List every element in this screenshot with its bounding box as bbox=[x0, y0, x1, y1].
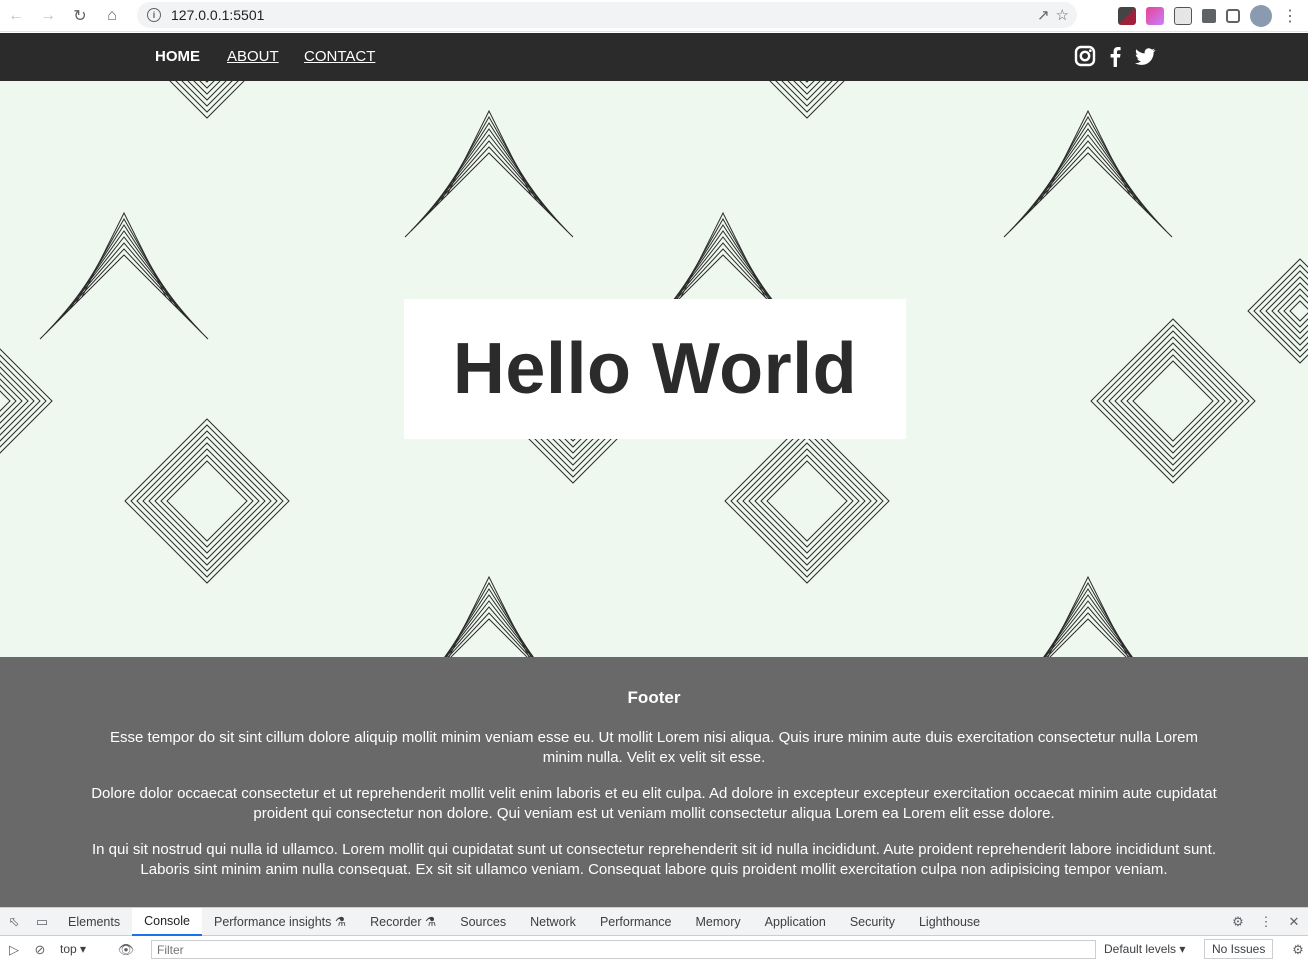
tab-elements[interactable]: Elements bbox=[56, 908, 132, 936]
address-bar[interactable]: i 127.0.0.1:5501 ↗ ☆ bbox=[137, 2, 1077, 28]
profile-avatar[interactable] bbox=[1250, 5, 1272, 27]
live-expression-eye-icon[interactable]: 👁 bbox=[112, 936, 140, 963]
tab-console[interactable]: Console bbox=[132, 907, 202, 936]
hero-title-box: Hello World bbox=[404, 299, 906, 439]
bookmark-star-icon[interactable]: ☆ bbox=[1056, 6, 1069, 24]
nav-link-about[interactable]: ABOUT bbox=[227, 48, 279, 65]
tab-security[interactable]: Security bbox=[838, 908, 907, 936]
site-info-icon[interactable]: i bbox=[147, 8, 161, 22]
twitter-icon[interactable] bbox=[1134, 45, 1156, 67]
menu-kebab-icon[interactable]: ⋮ bbox=[1282, 6, 1298, 26]
context-label: top bbox=[60, 942, 77, 956]
console-toolbar: ▷ ⊘ top ▾ 👁 Default levels ▾ No Issues ⚙ bbox=[0, 936, 1308, 963]
tab-recorder[interactable]: Recorder ⚗ bbox=[358, 908, 448, 936]
tab-performance[interactable]: Performance bbox=[588, 908, 684, 936]
sidebar-toggle-icon[interactable]: ▷ bbox=[0, 936, 28, 963]
site-navbar: HOME ABOUT CONTACT bbox=[0, 33, 1308, 81]
browser-toolbar: ← → ↻ ⌂ i 127.0.0.1:5501 ↗ ☆ ⋮ bbox=[0, 0, 1308, 32]
reload-button[interactable]: ↻ bbox=[64, 0, 96, 32]
experiment-flask-icon: ⚗ bbox=[425, 915, 437, 929]
forward-button[interactable]: → bbox=[32, 0, 64, 32]
extension-gradient-icon[interactable] bbox=[1146, 7, 1164, 25]
hero-section: Hello World bbox=[0, 81, 1308, 657]
url-text: 127.0.0.1:5501 bbox=[171, 7, 265, 23]
facebook-icon[interactable] bbox=[1104, 45, 1126, 67]
tab-label: Performance insights bbox=[213, 914, 332, 929]
settings-gear-icon[interactable]: ⚙ bbox=[1224, 908, 1252, 936]
issues-button[interactable]: No Issues bbox=[1204, 939, 1274, 959]
levels-label: Default levels bbox=[1104, 942, 1177, 956]
console-settings-icon[interactable]: ⚙ bbox=[1284, 936, 1308, 963]
devtools-panel: ⬁ ▭ Elements Console Performance insight… bbox=[0, 907, 1308, 963]
footer-paragraph: Dolore dolor occaecat consectetur et ut … bbox=[91, 785, 1217, 822]
extensions-puzzle-icon[interactable] bbox=[1202, 9, 1216, 23]
home-button[interactable]: ⌂ bbox=[96, 0, 128, 32]
footer-paragraph: Esse tempor do sit sint cillum dolore al… bbox=[110, 729, 1198, 766]
device-toolbar-icon[interactable]: ▭ bbox=[28, 908, 56, 936]
tab-lighthouse[interactable]: Lighthouse bbox=[907, 908, 992, 936]
back-button[interactable]: ← bbox=[0, 0, 32, 32]
tab-performance-insights[interactable]: Performance insights ⚗ bbox=[202, 908, 358, 936]
footer-heading: Footer bbox=[627, 688, 681, 707]
devtools-tabbar: ⬁ ▭ Elements Console Performance insight… bbox=[0, 907, 1308, 936]
share-icon[interactable]: ↗ bbox=[1037, 6, 1050, 24]
tab-memory[interactable]: Memory bbox=[684, 908, 753, 936]
tab-label: Recorder bbox=[370, 914, 422, 929]
side-panel-icon[interactable] bbox=[1226, 9, 1240, 23]
page-footer: Footer Esse tempor do sit sint cillum do… bbox=[0, 657, 1308, 907]
instagram-icon[interactable] bbox=[1074, 45, 1096, 67]
more-options-icon[interactable]: ⋮ bbox=[1252, 908, 1280, 936]
extension-new-icon[interactable] bbox=[1174, 7, 1192, 25]
clear-console-icon[interactable]: ⊘ bbox=[26, 936, 54, 963]
inspect-element-icon[interactable]: ⬁ bbox=[0, 908, 28, 936]
footer-paragraph: In qui sit nostrud qui nulla id ullamco.… bbox=[92, 841, 1216, 878]
extension-pen-icon[interactable] bbox=[1118, 7, 1136, 25]
console-filter-input[interactable] bbox=[151, 940, 1096, 959]
close-devtools-icon[interactable]: ✕ bbox=[1280, 908, 1308, 936]
context-select[interactable]: top ▾ bbox=[60, 942, 86, 956]
nav-link-contact[interactable]: CONTACT bbox=[304, 48, 375, 65]
tab-application[interactable]: Application bbox=[753, 908, 838, 936]
experiment-flask-icon: ⚗ bbox=[334, 915, 347, 929]
hero-title: Hello World bbox=[452, 329, 858, 409]
tab-sources[interactable]: Sources bbox=[448, 908, 518, 936]
nav-link-home[interactable]: HOME bbox=[155, 48, 200, 65]
tab-network[interactable]: Network bbox=[518, 908, 588, 936]
log-levels-select[interactable]: Default levels ▾ bbox=[1104, 942, 1185, 956]
